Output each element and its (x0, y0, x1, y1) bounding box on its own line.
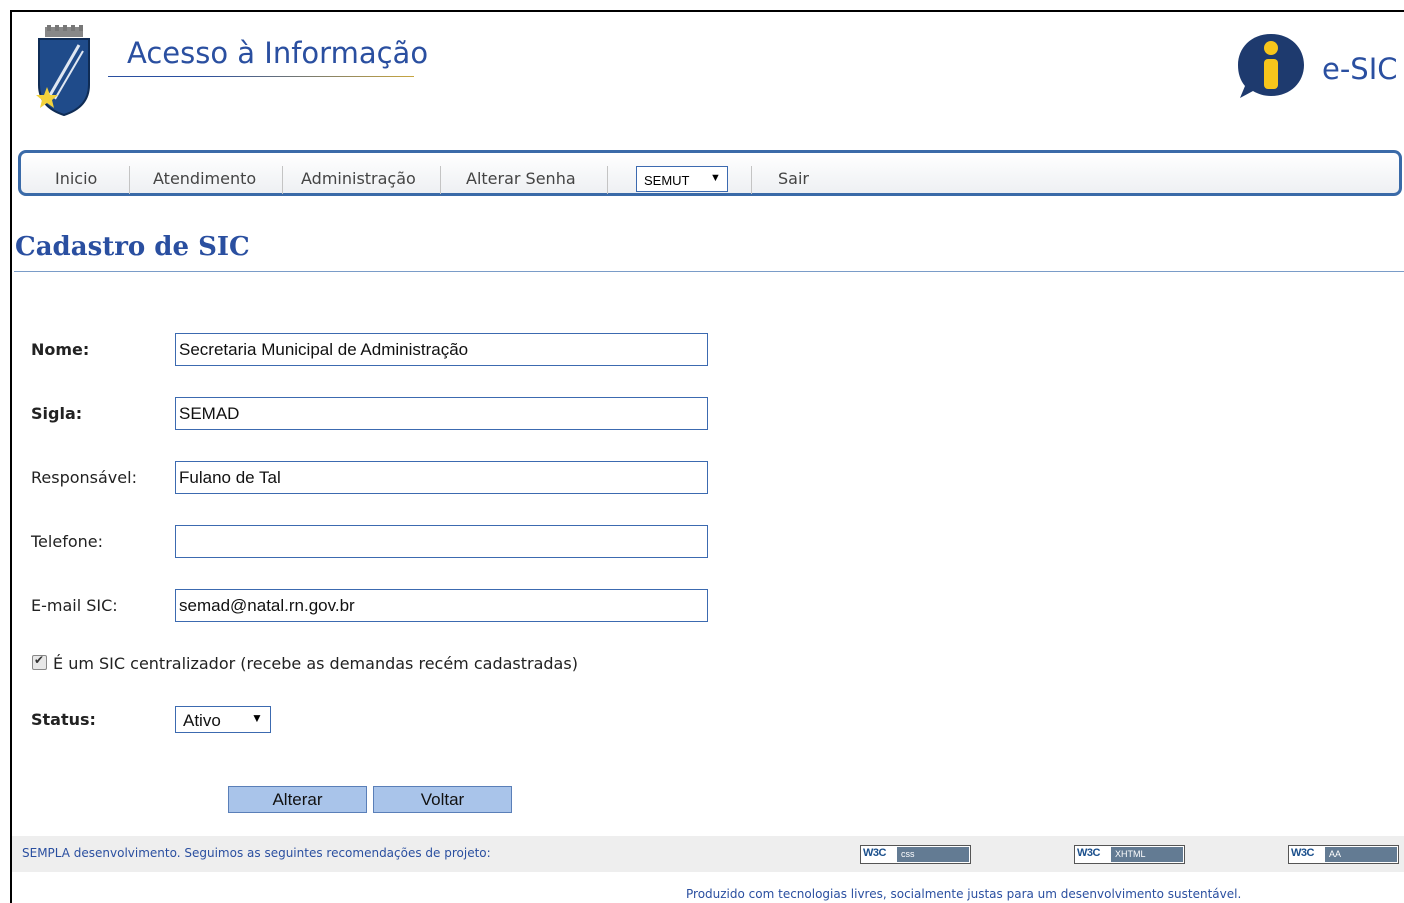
page-frame (10, 10, 1404, 903)
info-speech-bubble-icon (1238, 34, 1304, 98)
nav-item-atendimento[interactable]: Atendimento (153, 169, 256, 188)
esic-label[interactable]: e-SIC (1322, 52, 1398, 86)
status-select-value: Ativo (183, 711, 221, 730)
footer-text: SEMPLA desenvolvimento. Seguimos as segu… (22, 846, 491, 860)
main-nav: Inicio Atendimento Administração Alterar… (18, 150, 1402, 196)
unit-select[interactable]: SEMUT ▼ (636, 166, 728, 192)
sigla-label: Sigla: (31, 404, 83, 423)
nome-input[interactable] (175, 333, 708, 366)
nav-item-inicio[interactable]: Inicio (55, 169, 97, 188)
email-input[interactable] (175, 589, 708, 622)
w3c-xhtml-badge[interactable]: W3C XHTML (1074, 845, 1185, 864)
w3c-logo: W3C (863, 847, 886, 859)
nav-item-sair[interactable]: Sair (778, 169, 809, 188)
nav-separator (751, 166, 752, 194)
unit-select-value: SEMUT (644, 173, 690, 188)
telefone-label: Telefone: (31, 532, 103, 551)
status-select[interactable]: Ativo ▼ (175, 706, 271, 733)
nav-separator (282, 166, 283, 194)
site-title-underline (108, 76, 414, 77)
responsavel-input[interactable] (175, 461, 708, 494)
w3c-logo: W3C (1291, 847, 1314, 859)
page-title: Cadastro de SIC (15, 232, 250, 262)
centralizador-row: É um SIC centralizador (recebe as demand… (32, 653, 578, 673)
nav-separator (129, 166, 130, 194)
badge-tag: XHTML (1111, 847, 1183, 862)
site-title[interactable]: Acesso à Informação (127, 36, 428, 70)
sigla-input[interactable] (175, 397, 708, 430)
chevron-down-icon: ▼ (710, 172, 721, 184)
status-label: Status: (31, 710, 96, 729)
responsavel-label: Responsável: (31, 468, 137, 487)
produced-note: Produzido com tecnologias livres, social… (686, 887, 1242, 901)
nav-item-alterar-senha[interactable]: Alterar Senha (466, 169, 576, 188)
title-divider (14, 271, 1404, 272)
voltar-button[interactable]: Voltar (373, 786, 512, 813)
w3c-aa-badge[interactable]: W3C AA (1288, 845, 1399, 864)
badge-tag: AA (1325, 847, 1397, 862)
nav-separator (440, 166, 441, 194)
w3c-logo: W3C (1077, 847, 1100, 859)
nav-item-administracao[interactable]: Administração (301, 169, 416, 188)
nav-separator (607, 166, 608, 194)
badge-tag: css (897, 847, 969, 862)
centralizador-checkbox[interactable] (32, 653, 47, 670)
alterar-button[interactable]: Alterar (228, 786, 367, 813)
w3c-css-badge[interactable]: W3C css (860, 845, 971, 864)
city-coat-of-arms-icon (36, 25, 90, 117)
email-label: E-mail SIC: (31, 596, 118, 615)
nome-label: Nome: (31, 340, 90, 359)
chevron-down-icon: ▼ (251, 711, 263, 725)
centralizador-label: É um SIC centralizador (recebe as demand… (53, 654, 578, 673)
telefone-input[interactable] (175, 525, 708, 558)
